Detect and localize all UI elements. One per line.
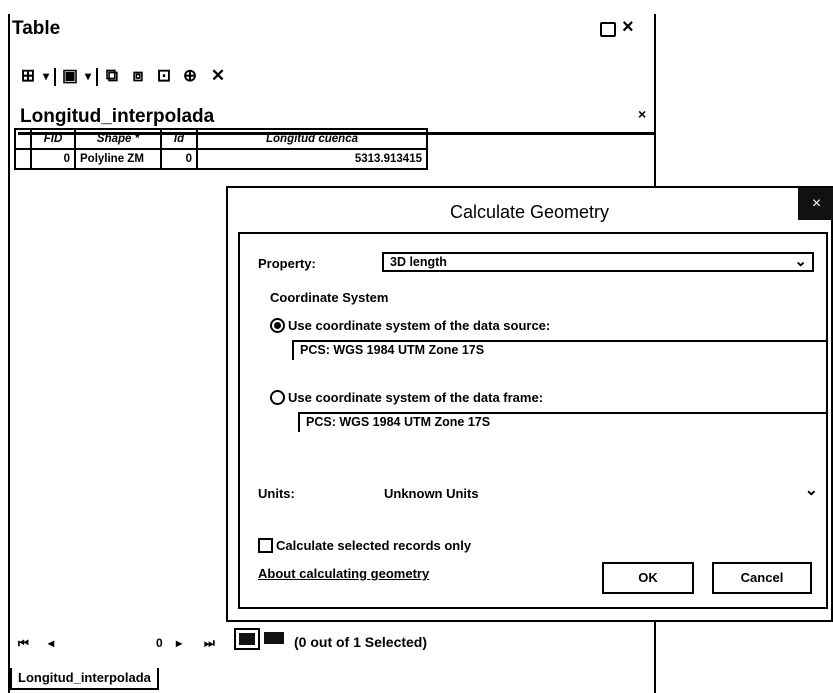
selected-only-checkbox[interactable]	[258, 538, 273, 553]
toolbar-separator	[96, 68, 98, 86]
last-record-icon[interactable]: ⏭	[204, 636, 215, 651]
property-label: Property:	[258, 256, 316, 271]
grid-header-row: FID Shape * Id Longitud cuenca	[14, 128, 428, 150]
calculate-geometry-dialog: Calculate Geometry × Property: 3D length…	[226, 186, 833, 622]
cell-shape[interactable]: Polyline ZM	[74, 148, 162, 170]
dialog-body: Property: 3D length ⌄ Coordinate System …	[238, 232, 828, 609]
switch-selection-icon[interactable]: ⧈	[128, 66, 148, 86]
frame-cs-field: PCS: WGS 1984 UTM Zone 17S	[298, 412, 826, 432]
about-geometry-link[interactable]: About calculating geometry	[258, 566, 429, 581]
use-frame-radio[interactable]	[270, 390, 285, 405]
zoom-to-selected-icon[interactable]: ⊕	[180, 66, 200, 86]
delete-selected-icon[interactable]: ✕	[208, 66, 228, 86]
close-tab-button[interactable]: ×	[638, 106, 646, 122]
column-header-id[interactable]: Id	[160, 128, 198, 150]
show-selected-records-icon[interactable]	[264, 632, 284, 644]
ok-button[interactable]: OK	[602, 562, 694, 594]
source-cs-value: PCS: WGS 1984 UTM Zone 17S	[300, 343, 485, 357]
select-by-attributes-icon[interactable]: ⧉	[102, 66, 122, 86]
source-cs-field: PCS: WGS 1984 UTM Zone 17S	[292, 340, 826, 360]
use-source-label[interactable]: Use coordinate system of the data source…	[288, 318, 550, 333]
first-record-icon[interactable]: ⏮	[18, 636, 29, 651]
use-source-radio[interactable]	[270, 318, 285, 333]
chevron-down-icon: ⌄	[794, 253, 807, 270]
chevron-down-icon: ⌄	[804, 482, 818, 499]
cancel-button[interactable]: Cancel	[712, 562, 812, 594]
property-value: 3D length	[390, 255, 447, 269]
frame-cs-value: PCS: WGS 1984 UTM Zone 17S	[306, 415, 491, 429]
row-selector[interactable]	[14, 148, 32, 170]
related-tables-icon[interactable]: ▣	[60, 66, 80, 86]
clear-selection-icon[interactable]: ⊡	[154, 66, 174, 86]
use-frame-label[interactable]: Use coordinate system of the data frame:	[288, 390, 543, 405]
cell-longitud[interactable]: 5313.913415	[196, 148, 428, 170]
related-tables-dropdown-icon[interactable]: ▾	[78, 66, 98, 86]
table-options-dropdown-icon[interactable]: ▾	[36, 66, 56, 86]
selected-only-label[interactable]: Calculate selected records only	[276, 538, 471, 553]
units-select[interactable]: Unknown Units ⌄	[384, 482, 820, 502]
column-header-fid[interactable]: FID	[30, 128, 76, 150]
units-value: Unknown Units	[384, 486, 479, 501]
next-record-icon[interactable]: ▸	[176, 636, 182, 650]
attribute-grid: FID Shape * Id Longitud cuenca 0 Polylin…	[14, 128, 428, 170]
dialog-title: Calculate Geometry	[449, 202, 610, 222]
table-tab-name[interactable]: Longitud_interpolada	[20, 106, 214, 128]
row-selector-header[interactable]	[14, 128, 32, 150]
table-bottom-tab[interactable]: Longitud_interpolada	[10, 668, 159, 690]
column-header-shape[interactable]: Shape *	[74, 128, 162, 150]
property-select[interactable]: 3D length ⌄	[382, 252, 814, 272]
previous-record-icon[interactable]: ◂	[48, 636, 54, 650]
selection-count: (0 out of 1 Selected)	[294, 634, 428, 650]
cell-fid[interactable]: 0	[30, 148, 76, 170]
close-window-button[interactable]: ×	[622, 16, 634, 39]
toolbar-separator	[54, 68, 56, 86]
cell-id[interactable]: 0	[160, 148, 198, 170]
units-label: Units:	[258, 486, 295, 501]
window-title: Table	[12, 18, 61, 39]
close-dialog-button[interactable]: ×	[798, 188, 833, 220]
restore-icon[interactable]	[600, 22, 616, 37]
show-all-records-icon[interactable]	[234, 628, 260, 650]
table-row[interactable]: 0 Polyline ZM 0 5313.913415	[14, 148, 428, 170]
current-record-number[interactable]: 0	[156, 636, 163, 650]
column-header-longitud[interactable]: Longitud cuenca	[196, 128, 428, 150]
coordinate-system-label: Coordinate System	[270, 290, 389, 305]
table-options-icon[interactable]: ⊞	[18, 66, 38, 86]
